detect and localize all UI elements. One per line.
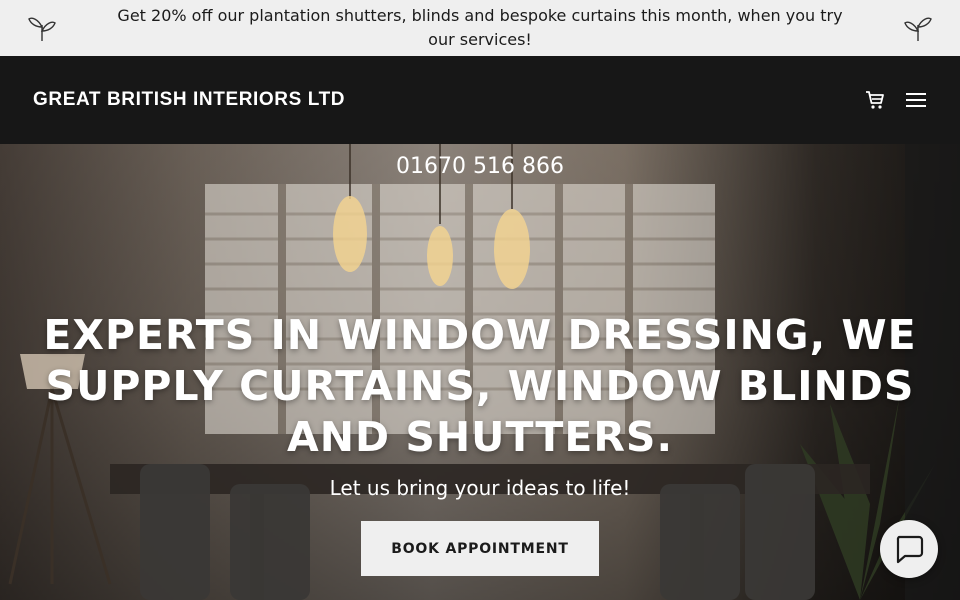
leaf-icon: [28, 17, 56, 41]
promo-banner: Get 20% off our plantation shutters, bli…: [0, 0, 960, 56]
hero-headline: EXPERTS IN WINDOW DRESSING, WE SUPPLY CU…: [43, 311, 917, 461]
phone-number[interactable]: 01670 516 866: [0, 154, 960, 179]
promo-text: Get 20% off our plantation shutters, bli…: [117, 6, 843, 49]
hamburger-menu-icon[interactable]: [904, 90, 928, 110]
chat-bubble-icon: [896, 535, 924, 564]
hero-tagline: Let us bring your ideas to life!: [329, 476, 631, 500]
book-appointment-button[interactable]: BOOK APPOINTMENT: [361, 521, 599, 576]
site-header: GREAT BRITISH INTERIORS LTD: [0, 56, 960, 144]
hero-section: 01670 516 866 EXPERTS IN WINDOW DRESSING…: [0, 144, 960, 600]
brand-name[interactable]: GREAT BRITISH INTERIORS LTD: [33, 89, 345, 111]
cart-icon[interactable]: [864, 89, 886, 111]
leaf-icon: [904, 17, 932, 41]
chat-button[interactable]: [880, 520, 938, 578]
